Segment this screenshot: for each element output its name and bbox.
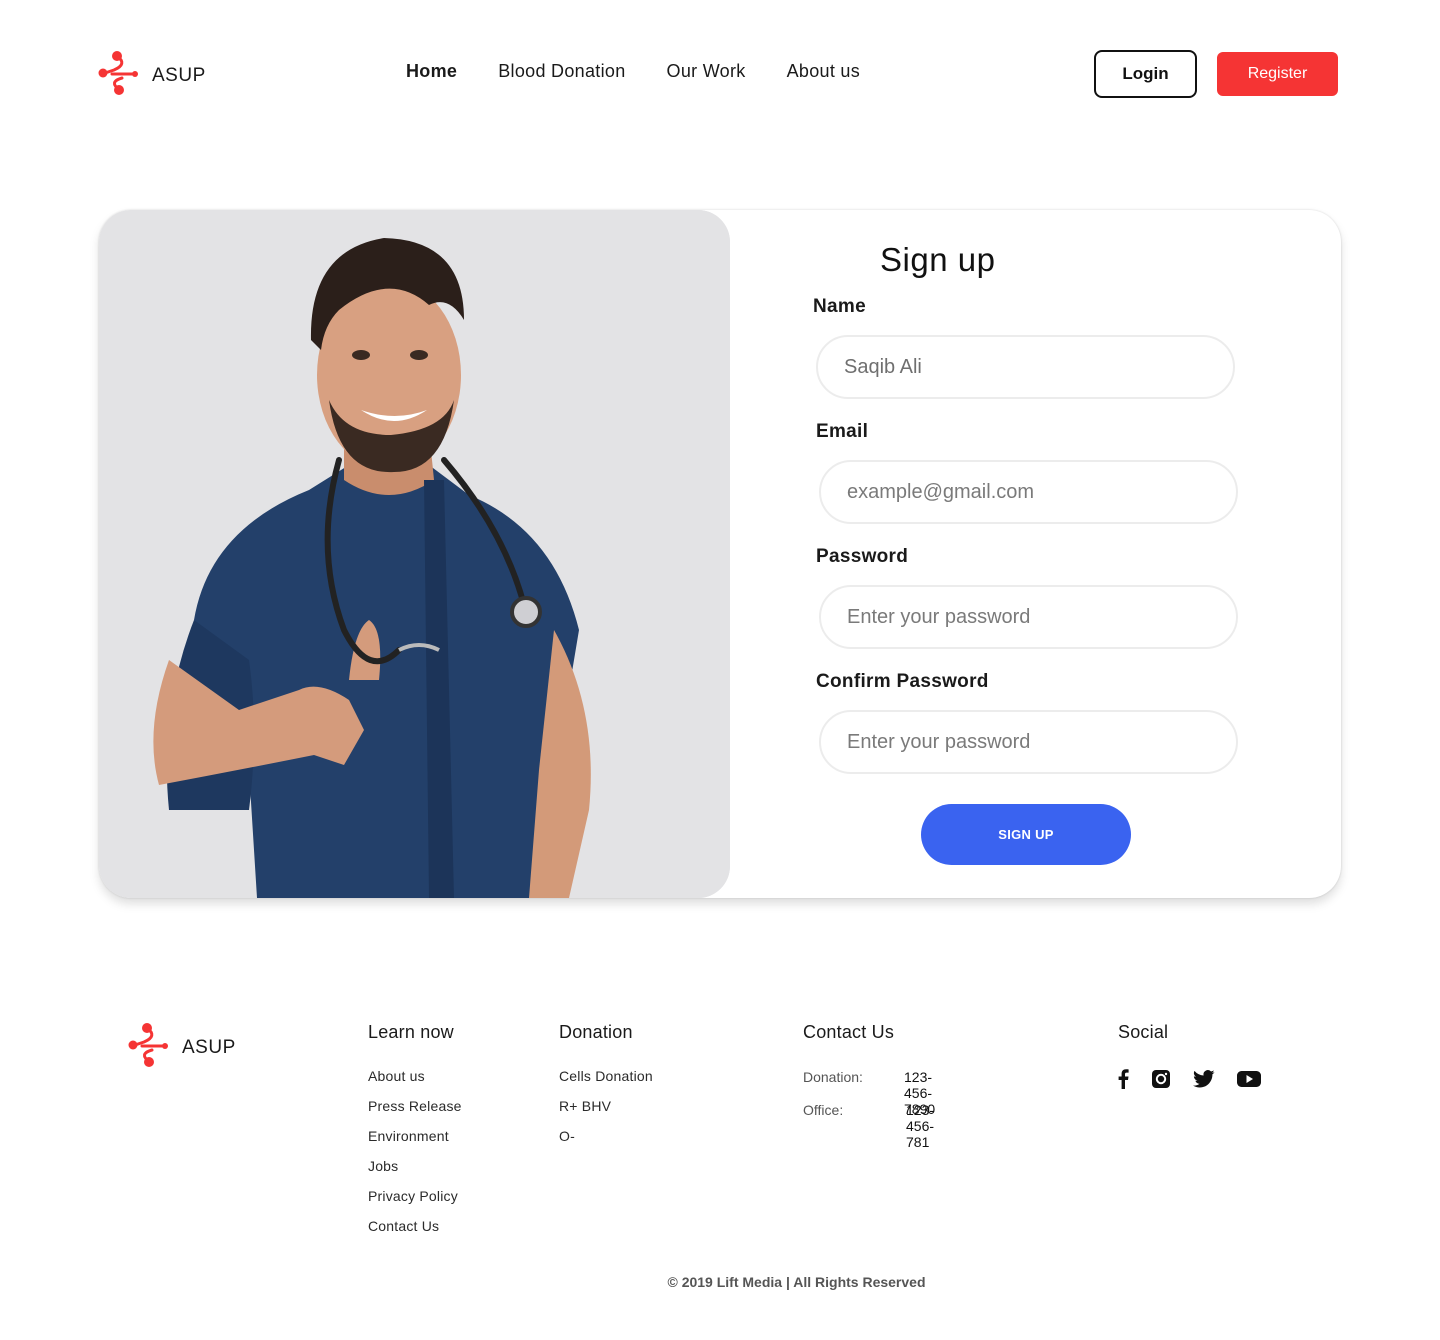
sign-up-button[interactable]: SIGN UP (921, 804, 1131, 865)
copyright-text: © 2019 Lift Media | All Rights Reserved (667, 1274, 926, 1290)
site-header: ASUP Home Blood Donation Our Work About … (0, 0, 1440, 150)
social-heading: Social (1118, 1022, 1169, 1042)
footer-link-jobs[interactable]: Jobs (368, 1158, 462, 1176)
password-label: Password (816, 546, 909, 567)
donation-heading: Donation (559, 1022, 633, 1042)
youtube-icon[interactable] (1237, 1070, 1261, 1088)
name-input[interactable] (844, 355, 1233, 379)
footer-link-o-minus[interactable]: O- (559, 1128, 653, 1146)
logo-icon (128, 1022, 170, 1073)
social-links (1117, 1069, 1261, 1089)
nav-blood-donation[interactable]: Blood Donation (498, 61, 625, 82)
email-input[interactable] (847, 480, 1236, 504)
contact-donation-key: Donation: (803, 1069, 863, 1085)
footer-link-about-us[interactable]: About us (368, 1068, 462, 1086)
instagram-icon[interactable] (1151, 1069, 1171, 1089)
footer-link-cells-donation[interactable]: Cells Donation (559, 1068, 653, 1086)
footer-link-r-plus-bhv[interactable]: R+ BHV (559, 1098, 653, 1116)
footer-link-press-release[interactable]: Press Release (368, 1098, 462, 1116)
header-logo[interactable]: ASUP (98, 50, 206, 101)
nav-our-work[interactable]: Our Work (667, 61, 746, 82)
footer-logo[interactable]: ASUP (128, 1022, 236, 1073)
learn-now-links: About us Press Release Environment Jobs … (368, 1068, 462, 1236)
footer-link-contact-us[interactable]: Contact Us (368, 1218, 462, 1236)
contact-office-phone[interactable]: 123-456-781 (906, 1102, 934, 1150)
password-input[interactable] (847, 605, 1236, 629)
confirm-password-field[interactable] (819, 710, 1238, 774)
twitter-icon[interactable] (1193, 1070, 1215, 1088)
name-field[interactable] (816, 335, 1235, 399)
name-label: Name (813, 296, 866, 317)
facebook-icon[interactable] (1117, 1069, 1129, 1089)
email-label: Email (816, 421, 869, 442)
footer-link-environment[interactable]: Environment (368, 1128, 462, 1146)
register-button[interactable]: Register (1217, 52, 1338, 96)
nav-about-us[interactable]: About us (787, 61, 860, 82)
password-field[interactable] (819, 585, 1238, 649)
contact-us-heading: Contact Us (803, 1022, 895, 1042)
contact-office-key: Office: (803, 1102, 844, 1118)
footer-link-privacy-policy[interactable]: Privacy Policy (368, 1188, 462, 1206)
doctor-photo (99, 210, 730, 898)
signup-card (99, 210, 1341, 898)
brand-name: ASUP (152, 64, 206, 86)
login-button[interactable]: Login (1094, 50, 1197, 98)
email-field[interactable] (819, 460, 1238, 524)
confirm-password-input[interactable] (847, 730, 1236, 754)
logo-icon (98, 50, 140, 101)
footer-brand-name: ASUP (182, 1036, 236, 1058)
donation-links: Cells Donation R+ BHV O- (559, 1068, 653, 1146)
confirm-password-label: Confirm Password (816, 671, 989, 692)
learn-now-heading: Learn now (368, 1022, 454, 1042)
main-nav: Home Blood Donation Our Work About us (406, 61, 860, 82)
signup-title: Sign up (880, 241, 996, 278)
nav-home[interactable]: Home (406, 61, 457, 82)
